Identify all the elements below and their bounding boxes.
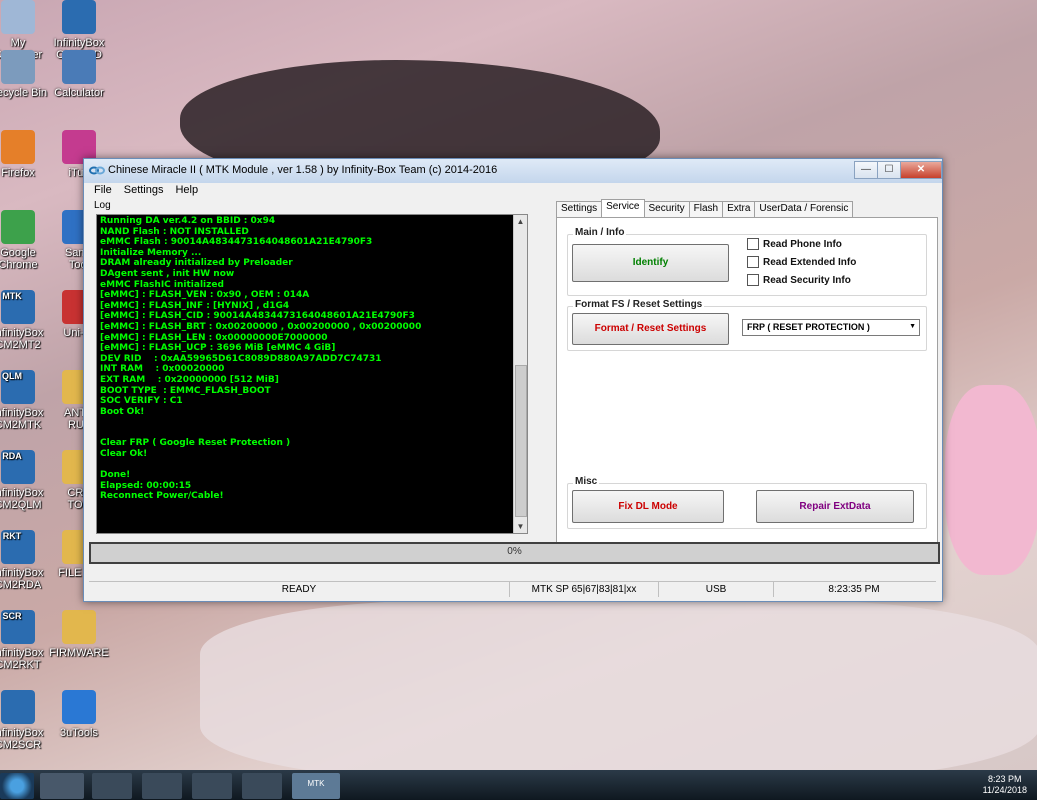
desktop-shortcut-label: FIRMWARE — [49, 647, 109, 659]
tab-settings[interactable]: Settings — [556, 201, 603, 218]
frp-select-value: FRP ( RESET PROTECTION ) — [747, 322, 870, 332]
clock-time: 8:23 PM — [988, 774, 1022, 784]
desktop-shortcut[interactable]: Calculator — [39, 50, 119, 99]
media-player-taskbar-icon[interactable] — [92, 773, 132, 799]
tab-service[interactable]: Service — [601, 199, 645, 218]
window-title: Chinese Miracle II ( MTK Module , ver 1.… — [108, 164, 498, 176]
minimize-button[interactable]: — — [854, 161, 878, 179]
tab-extra[interactable]: Extra — [722, 201, 756, 218]
checkbox-label: Read Security Info — [763, 274, 851, 286]
checkbox-box[interactable] — [747, 274, 759, 286]
calculator-icon — [62, 50, 96, 84]
firefox-icon — [1, 130, 35, 164]
tab-security[interactable]: Security — [643, 201, 690, 218]
opera-taskbar-icon[interactable] — [242, 773, 282, 799]
system-clock[interactable]: 8:23 PM 11/24/2018 — [983, 774, 1027, 796]
checkbox-box[interactable] — [747, 238, 759, 250]
tab-flash[interactable]: Flash — [688, 201, 724, 218]
scroll-down-icon[interactable]: ▼ — [514, 520, 527, 533]
tab-strip: Settings Service Security Flash Extra Us… — [556, 199, 854, 218]
frp-select[interactable]: FRP ( RESET PROTECTION ) ▼ — [742, 319, 920, 336]
menu-bar: File Settings Help — [84, 183, 942, 200]
format-reset-button[interactable]: Format / Reset Settings — [572, 313, 729, 345]
main-info-title: Main / Info — [573, 227, 627, 238]
app-logo-icon — [89, 166, 105, 175]
desktop-icon-overlay-text: RDA — [2, 451, 22, 461]
log-label: Log — [94, 200, 111, 211]
chevron-down-icon[interactable]: ▼ — [909, 323, 916, 330]
status-port: USB — [659, 582, 774, 597]
firefox-taskbar-icon[interactable] — [192, 773, 232, 799]
menu-file[interactable]: File — [94, 184, 112, 200]
desktop-icon-overlay-text: QLM — [2, 371, 22, 381]
status-time: 8:23:35 PM — [828, 584, 880, 595]
status-bar: READY MTK SP 65|67|83|81|xx USB 8:23:35 … — [89, 581, 936, 597]
desktop-icon-overlay-text: MTK — [2, 291, 22, 301]
desktop-shortcut-label: Calculator — [54, 87, 104, 99]
repair-extdata-button[interactable]: Repair ExtData — [756, 490, 914, 523]
clock-date: 11/24/2018 — [982, 785, 1027, 795]
3utools-icon — [62, 690, 96, 724]
mtk-taskbar-icon[interactable]: MTK — [292, 773, 340, 799]
title-bar[interactable]: Chinese Miracle II ( MTK Module , ver 1.… — [84, 159, 942, 183]
file-explorer-taskbar-icon[interactable] — [142, 773, 182, 799]
scroll-thumb[interactable] — [515, 365, 527, 517]
my-computer-icon — [1, 0, 35, 34]
chrome-taskbar-icon[interactable] — [40, 773, 84, 799]
identify-button[interactable]: Identify — [572, 244, 729, 282]
scroll-up-icon[interactable]: ▲ — [514, 215, 527, 228]
desktop-icon-overlay-text: RKT — [2, 531, 22, 541]
fix-dl-mode-button[interactable]: Fix DL Mode — [572, 490, 724, 523]
chrome-icon — [1, 210, 35, 244]
wallpaper-pacifier — [945, 385, 1037, 575]
wallpaper-blanket — [200, 600, 1037, 780]
close-button[interactable]: ✕ — [900, 161, 942, 179]
progress-bar: 0% — [89, 542, 940, 564]
status-state: READY — [89, 582, 510, 597]
menu-settings[interactable]: Settings — [124, 184, 164, 200]
status-platform: MTK SP 65|67|83|81|xx — [510, 582, 659, 597]
read-security-info-checkbox[interactable]: Read Security Info — [747, 274, 851, 286]
desktop-shortcut-label: 3uTools — [60, 727, 98, 739]
desktop-icon-overlay-text: SCR — [2, 611, 22, 621]
read-phone-info-checkbox[interactable]: Read Phone Info — [747, 238, 842, 250]
taskbar: MTK 8:23 PM 11/24/2018 — [0, 770, 1037, 800]
menu-help[interactable]: Help — [175, 184, 198, 200]
service-panel: Main / Info Identify Read Phone Info Rea… — [556, 217, 938, 543]
tab-userdata-forensic[interactable]: UserData / Forensic — [754, 201, 854, 218]
progress-text: 0% — [507, 546, 522, 557]
main-window: Chinese Miracle II ( MTK Module , ver 1.… — [83, 158, 943, 602]
misc-title: Misc — [573, 476, 600, 487]
maximize-button[interactable]: ☐ — [877, 161, 901, 179]
checkbox-box[interactable] — [747, 256, 759, 268]
firmware-folder-icon — [62, 610, 96, 644]
start-button[interactable] — [0, 773, 34, 799]
checkbox-label: Read Extended Info — [763, 256, 857, 268]
infinitybox-cm2spd-icon — [62, 0, 96, 34]
infinitybox-cm2scr-icon — [1, 690, 35, 724]
log-text: Running DA ver.4.2 on BBID : 0x94 NAND F… — [100, 216, 422, 502]
recycle-bin-icon — [1, 50, 35, 84]
log-scrollbar[interactable]: ▲ ▼ — [513, 215, 527, 533]
format-title: Format FS / Reset Settings — [573, 299, 705, 310]
read-extended-info-checkbox[interactable]: Read Extended Info — [747, 256, 856, 268]
desktop-shortcut[interactable]: 3uTools — [39, 690, 119, 739]
checkbox-label: Read Phone Info — [763, 238, 842, 250]
log-area[interactable]: Running DA ver.4.2 on BBID : 0x94 NAND F… — [96, 214, 528, 534]
